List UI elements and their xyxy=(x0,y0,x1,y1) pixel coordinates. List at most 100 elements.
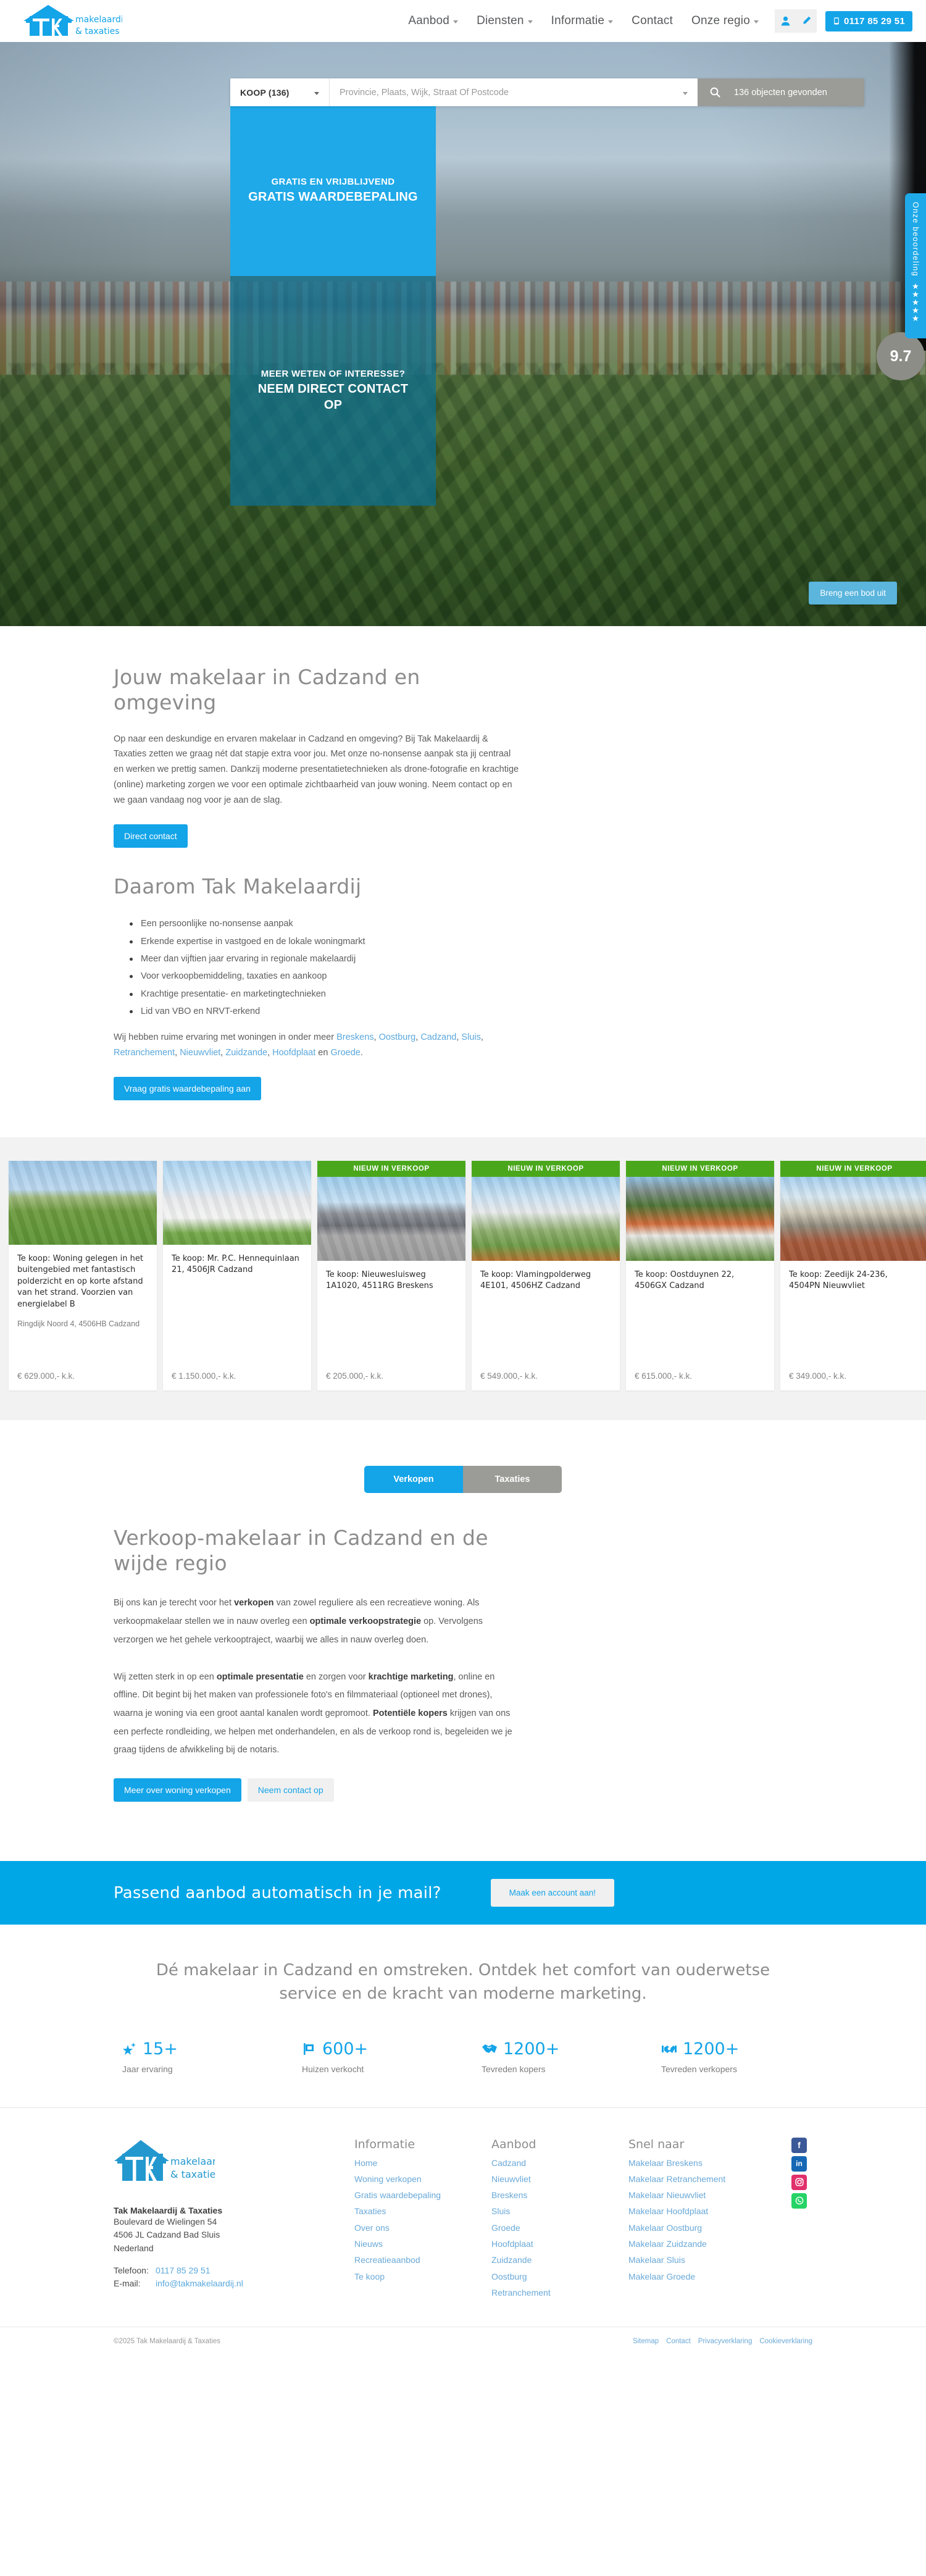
footer-legal-link-privacy[interactable]: Privacyverklaring xyxy=(698,2338,753,2345)
footer-link[interactable]: Te koop xyxy=(354,2272,385,2281)
list-item[interactable]: Oostburg xyxy=(491,2269,628,2285)
footer-legal-link-cookies[interactable]: Cookieverklaring xyxy=(759,2338,812,2345)
list-item[interactable]: Zuidzande xyxy=(491,2252,628,2268)
user-account-button[interactable] xyxy=(775,9,796,33)
list-item[interactable]: Sluis xyxy=(491,2203,628,2219)
footer-link[interactable]: Oostburg xyxy=(491,2272,527,2281)
nav-item-informatie[interactable]: Informatie xyxy=(551,14,614,28)
footer-link[interactable]: Breskens xyxy=(491,2190,527,2200)
footer-link[interactable]: Makelaar Breskens xyxy=(628,2158,703,2168)
direct-contact-button[interactable]: Direct contact xyxy=(114,824,188,848)
contact-button[interactable]: Neem contact op xyxy=(247,1778,334,1802)
hero-card-waardebepaling[interactable]: GRATIS EN VRIJBLIJVEND GRATIS WAARDEBEPA… xyxy=(230,106,436,276)
list-item[interactable]: Makelaar Zuidzande xyxy=(628,2236,783,2252)
tab-taxaties[interactable]: Taxaties xyxy=(463,1465,562,1493)
footer-link[interactable]: Makelaar Zuidzande xyxy=(628,2239,707,2249)
footer-link[interactable]: Makelaar Sluis xyxy=(628,2255,685,2265)
footer-link[interactable]: Nieuws xyxy=(354,2239,383,2249)
list-item[interactable]: Makelaar Groede xyxy=(628,2269,783,2285)
footer-link[interactable]: Cadzand xyxy=(491,2158,526,2168)
list-item[interactable]: Breskens xyxy=(491,2187,628,2203)
footer-link[interactable]: Nieuwvliet xyxy=(491,2174,531,2184)
listing-card[interactable]: Te koop: Mr. P.C. Hennequinlaan 21, 4506… xyxy=(163,1160,311,1390)
footer-link[interactable]: Makelaar Nieuwvliet xyxy=(628,2190,706,2200)
edit-pencil-button[interactable] xyxy=(796,9,817,33)
footer-link[interactable]: Zuidzande xyxy=(491,2255,532,2265)
list-item[interactable]: Home xyxy=(354,2155,491,2171)
list-item[interactable]: Cadzand xyxy=(491,2155,628,2171)
footer-link[interactable]: Makelaar Hoofdplaat xyxy=(628,2206,708,2216)
search-input[interactable] xyxy=(340,87,683,98)
footer-link[interactable]: Woning verkopen xyxy=(354,2174,422,2184)
listing-card[interactable]: NIEUW IN VERKOOP Te koop: Vlamingpolderw… xyxy=(472,1160,620,1390)
request-valuation-button[interactable]: Vraag gratis waardebepaling aan xyxy=(114,1076,261,1100)
footer-phone-link[interactable]: 0117 85 29 51 xyxy=(156,2265,211,2275)
list-item[interactable]: Woning verkopen xyxy=(354,2171,491,2187)
tab-verkopen[interactable]: Verkopen xyxy=(364,1465,463,1493)
instagram-icon[interactable] xyxy=(791,2174,807,2190)
footer-link[interactable]: Makelaar Oostburg xyxy=(628,2223,702,2233)
place-bid-button[interactable]: Breng een bod uit xyxy=(809,582,897,604)
footer-link[interactable]: Over ons xyxy=(354,2223,390,2233)
listing-card[interactable]: NIEUW IN VERKOOP Te koop: Nieuwesluisweg… xyxy=(317,1160,465,1390)
list-item[interactable]: Nieuwvliet xyxy=(491,2171,628,2187)
region-link-zuidzande[interactable]: Zuidzande xyxy=(225,1048,267,1058)
region-link-cadzand[interactable]: Cadzand xyxy=(420,1032,456,1042)
region-link-oostburg[interactable]: Oostburg xyxy=(379,1032,416,1042)
nav-item-diensten[interactable]: Diensten xyxy=(477,14,533,28)
listing-card[interactable]: Te koop: Woning gelegen in het buitengeb… xyxy=(9,1160,157,1390)
nav-item-aanbod[interactable]: Aanbod xyxy=(408,14,459,28)
list-item[interactable]: Makelaar Nieuwvliet xyxy=(628,2187,783,2203)
search-type-select[interactable]: KOOP (136) xyxy=(230,78,329,106)
footer-link[interactable]: Taxaties xyxy=(354,2206,386,2216)
region-link-hoofdplaat[interactable]: Hoofdplaat xyxy=(272,1048,315,1058)
list-item[interactable]: Taxaties xyxy=(354,2203,491,2219)
footer-link[interactable]: Sluis xyxy=(491,2206,510,2216)
list-item[interactable]: Makelaar Oostburg xyxy=(628,2220,783,2236)
footer-link[interactable]: Home xyxy=(354,2158,377,2168)
facebook-icon[interactable]: f xyxy=(791,2137,807,2153)
listing-card[interactable]: NIEUW IN VERKOOP Te koop: Oostduynen 22,… xyxy=(626,1160,774,1390)
whatsapp-icon[interactable] xyxy=(791,2193,807,2209)
more-about-selling-button[interactable]: Meer over woning verkopen xyxy=(114,1778,241,1802)
list-item[interactable]: Over ons xyxy=(354,2220,491,2236)
footer-link[interactable]: Retranchement xyxy=(491,2288,551,2298)
site-logo[interactable]: makelaardij & taxaties xyxy=(21,4,122,38)
review-rating-tab[interactable]: Onze beoordeling ★ ★ ★ ★ ★ xyxy=(905,193,926,338)
footer-link[interactable]: Groede xyxy=(491,2223,520,2233)
nav-item-onze-regio[interactable]: Onze regio xyxy=(691,14,759,28)
linkedin-icon[interactable]: in xyxy=(791,2156,807,2172)
list-item[interactable]: Hoofdplaat xyxy=(491,2236,628,2252)
footer-link[interactable]: Recreatieaanbod xyxy=(354,2255,420,2265)
list-item[interactable]: Gratis waardebepaling xyxy=(354,2187,491,2203)
list-item[interactable]: Recreatieaanbod xyxy=(354,2252,491,2268)
footer-link[interactable]: Hoofdplaat xyxy=(491,2239,533,2249)
region-link-retranchement[interactable]: Retranchement xyxy=(114,1048,175,1058)
region-link-sluis[interactable]: Sluis xyxy=(461,1032,480,1042)
list-item[interactable]: Nieuws xyxy=(354,2236,491,2252)
list-item[interactable]: Makelaar Sluis xyxy=(628,2252,783,2268)
list-item[interactable]: Makelaar Hoofdplaat xyxy=(628,2203,783,2219)
list-item[interactable]: Groede xyxy=(491,2220,628,2236)
region-link-groede[interactable]: Groede xyxy=(330,1048,360,1058)
footer-link[interactable]: Makelaar Retranchement xyxy=(628,2174,725,2184)
region-link-breskens[interactable]: Breskens xyxy=(336,1032,373,1042)
search-results-summary[interactable]: 136 objecten gevonden xyxy=(698,78,864,106)
nav-item-contact[interactable]: Contact xyxy=(632,14,673,28)
footer-link[interactable]: Gratis waardebepaling xyxy=(354,2190,441,2200)
list-item[interactable]: Makelaar Breskens xyxy=(628,2155,783,2171)
footer-link[interactable]: Makelaar Groede xyxy=(628,2272,695,2281)
footer-email-link[interactable]: info@takmakelaardij.nl xyxy=(156,2278,243,2288)
search-location-field[interactable] xyxy=(329,78,698,106)
list-item[interactable]: Retranchement xyxy=(491,2285,628,2301)
footer-logo[interactable]: makelaardij & taxaties xyxy=(114,2139,228,2188)
list-item[interactable]: Te koop xyxy=(354,2269,491,2285)
footer-legal-link-contact[interactable]: Contact xyxy=(666,2338,691,2345)
list-item[interactable]: Makelaar Retranchement xyxy=(628,2171,783,2187)
footer-legal-link-sitemap[interactable]: Sitemap xyxy=(633,2338,659,2345)
listing-card[interactable]: NIEUW IN VERKOOP Te koop: Zeedijk 24-236… xyxy=(780,1160,926,1390)
phone-button[interactable]: 0117 85 29 51 xyxy=(825,10,912,31)
hero-card-contact[interactable]: MEER WETEN OF INTERESSE? NEEM DIRECT CON… xyxy=(230,276,436,506)
region-link-nieuwvliet[interactable]: Nieuwvliet xyxy=(180,1048,220,1058)
create-account-button[interactable]: Maak een account aan! xyxy=(490,1879,614,1907)
